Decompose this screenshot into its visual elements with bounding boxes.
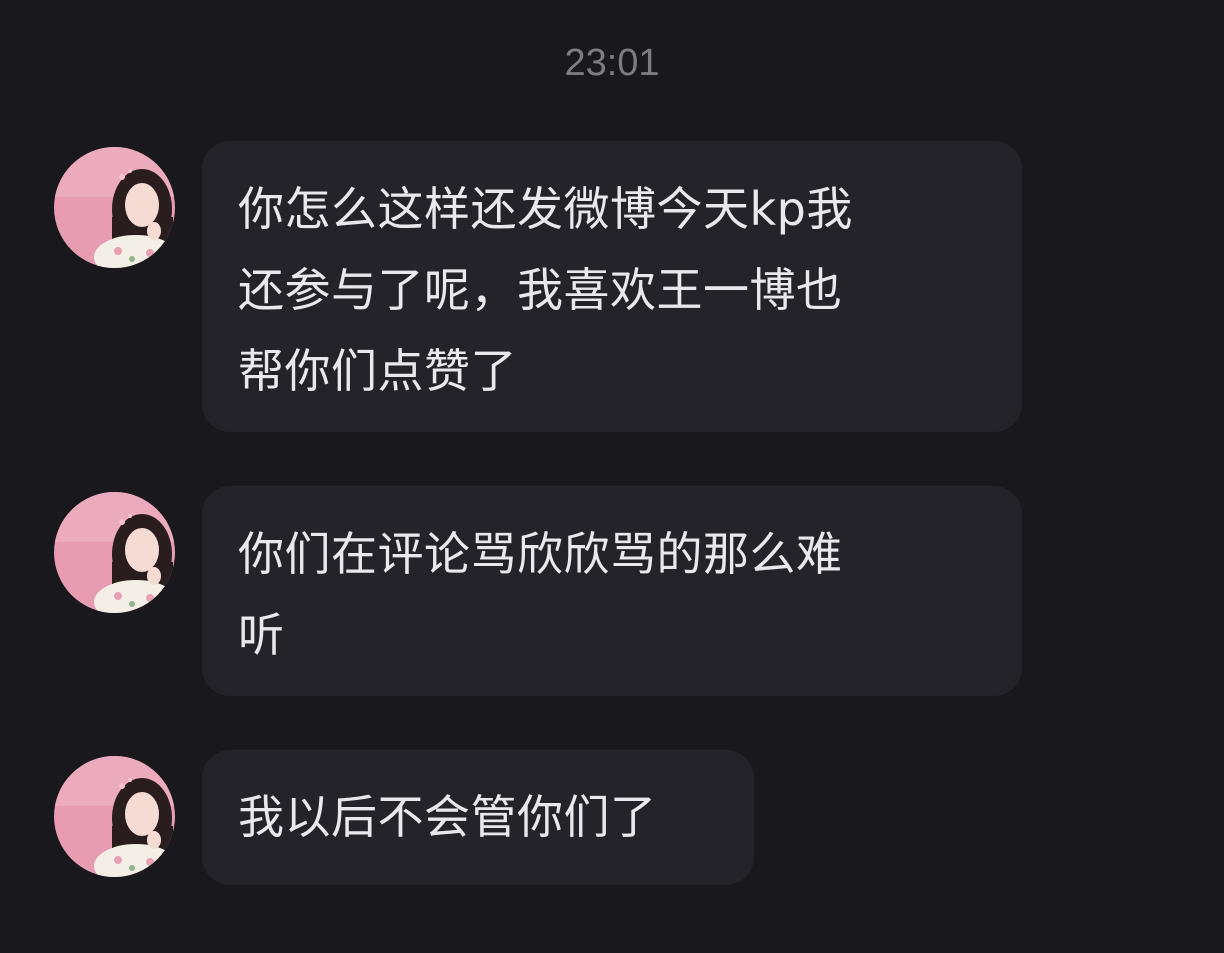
message-bubble[interactable]: 你怎么这样还发微博今天kp我 还参与了呢，我喜欢王一博也 帮你们点赞了 xyxy=(202,141,1022,432)
message-text-line: 帮你们点赞了 xyxy=(238,344,517,398)
message-bubble[interactable]: 你们在评论骂欣欣骂的那么难 听 xyxy=(202,486,1022,696)
user-avatar-icon xyxy=(54,756,175,877)
chat-timestamp: 23:01 xyxy=(564,42,660,84)
user-avatar-icon xyxy=(54,147,175,268)
user-avatar-icon xyxy=(54,492,175,613)
message-text-line: 听 xyxy=(238,608,285,662)
sender-avatar[interactable] xyxy=(54,756,175,877)
message-text-line: 我以后不会管你们了 xyxy=(238,790,657,844)
sender-avatar[interactable] xyxy=(54,492,175,613)
message-text-line: 你怎么这样还发微博今天kp我 xyxy=(238,182,853,236)
message-text-line: 还参与了呢，我喜欢王一博也 xyxy=(238,263,843,317)
sender-avatar[interactable] xyxy=(54,147,175,268)
message-text-line: 你们在评论骂欣欣骂的那么难 xyxy=(238,527,843,581)
message-bubble[interactable]: 我以后不会管你们了 xyxy=(202,750,754,885)
